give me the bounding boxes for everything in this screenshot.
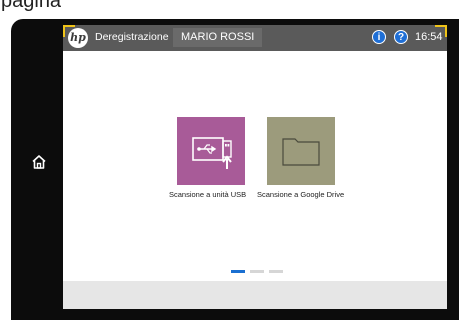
help-icon[interactable]: ? [394,30,408,44]
page-dot[interactable] [250,270,264,273]
corner-marker [435,25,447,37]
scan-to-google-drive-label: Scansione a Google Drive [257,190,345,199]
usb-icon [192,137,232,169]
page-dot-active[interactable] [231,270,245,273]
scan-to-google-drive-tile[interactable] [267,117,335,185]
footer-bar [63,281,447,309]
scan-to-usb-label: Scansione a unità USB [169,190,247,199]
page-dot[interactable] [269,270,283,273]
user-name[interactable]: MARIO ROSSI [173,28,262,47]
home-icon[interactable] [31,154,47,170]
deregister-button[interactable]: Deregistrazione [95,31,169,43]
info-icon[interactable]: i [372,30,386,44]
corner-marker [63,25,75,37]
page-indicator [231,270,283,273]
scan-to-usb-tile[interactable] [177,117,245,185]
status-bar: hp Deregistrazione MARIO ROSSI i ? 16:54 [63,25,447,51]
touch-screen: hp Deregistrazione MARIO ROSSI i ? 16:54… [63,25,447,309]
folder-icon [282,138,320,166]
